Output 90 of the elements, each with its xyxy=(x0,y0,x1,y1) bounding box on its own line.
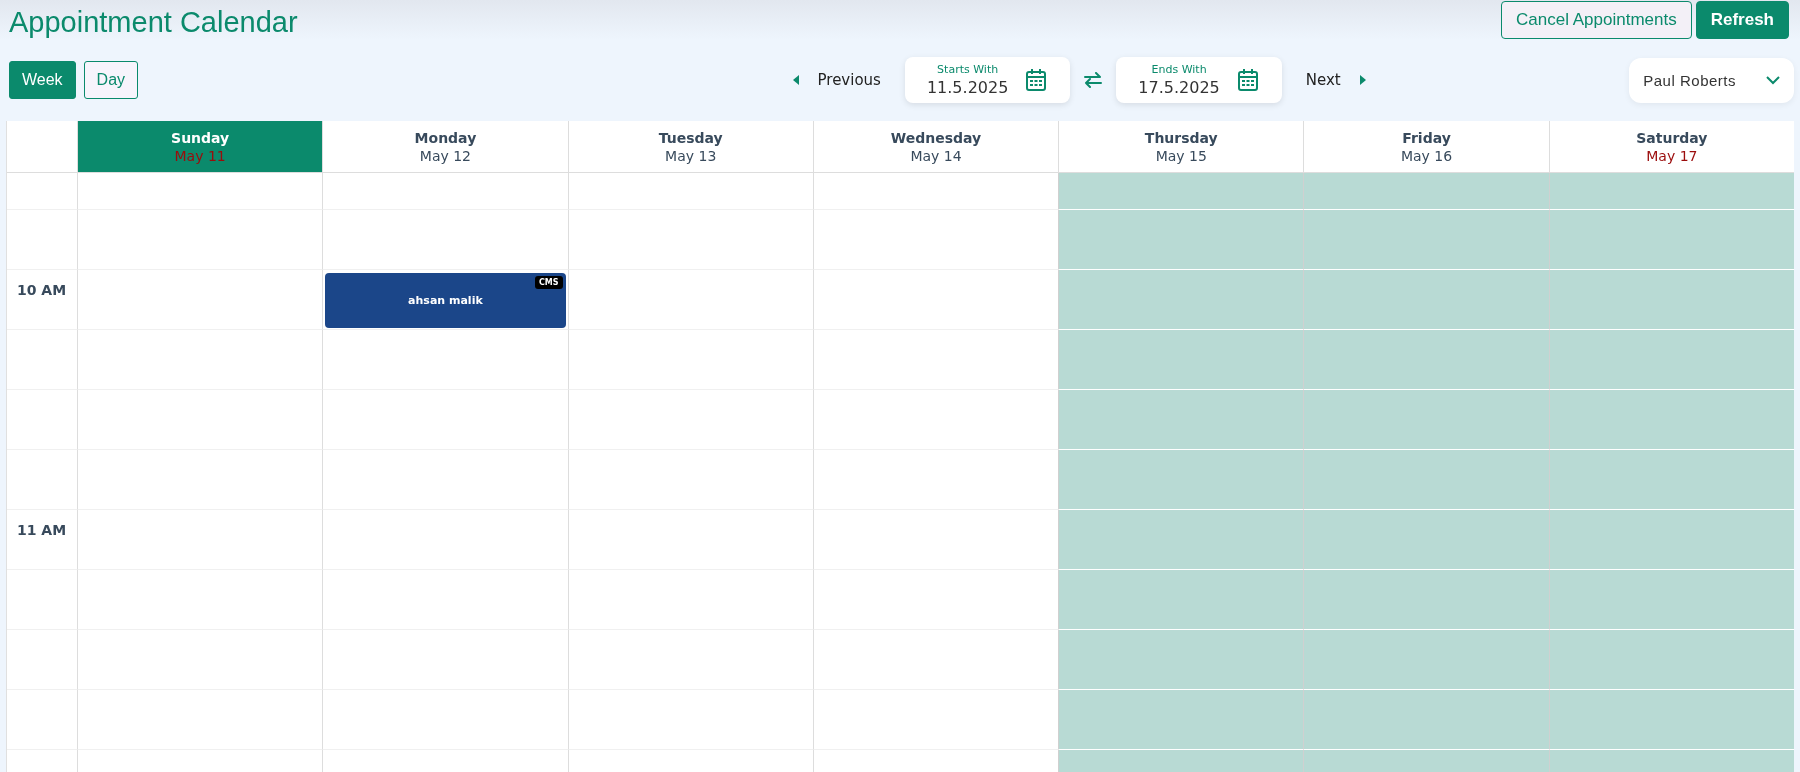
unavailable-slot[interactable] xyxy=(1548,390,1794,450)
unavailable-slot[interactable] xyxy=(1303,270,1549,330)
unavailable-slot[interactable] xyxy=(1303,173,1549,210)
unavailable-slot[interactable] xyxy=(1058,630,1304,690)
time-slot[interactable] xyxy=(567,450,813,510)
time-slot[interactable] xyxy=(77,173,323,210)
time-slot[interactable] xyxy=(567,270,813,330)
appointment-name: ahsan malik xyxy=(408,294,483,307)
day-header[interactable]: Thursday May 15 xyxy=(1058,121,1304,173)
calendar-icon xyxy=(1026,69,1047,91)
day-header[interactable]: Friday May 16 xyxy=(1303,121,1549,173)
source-badge: CMS xyxy=(534,276,563,289)
unavailable-slot[interactable] xyxy=(1548,210,1794,270)
date-label: Starts With xyxy=(937,63,999,76)
unavailable-slot[interactable] xyxy=(1303,690,1549,750)
unavailable-slot[interactable] xyxy=(1548,690,1794,750)
time-slot[interactable] xyxy=(322,173,568,210)
unavailable-slot[interactable] xyxy=(1548,570,1794,630)
unavailable-slot[interactable] xyxy=(1058,390,1304,450)
swap-arrows-icon xyxy=(1084,72,1103,88)
time-slot[interactable] xyxy=(567,570,813,630)
time-slot[interactable] xyxy=(77,210,323,270)
unavailable-slot[interactable] xyxy=(1058,210,1304,270)
unavailable-slot[interactable] xyxy=(1303,630,1549,690)
view-toggle-button[interactable]: Week xyxy=(9,61,76,99)
unavailable-slot[interactable] xyxy=(1058,173,1304,210)
time-slot[interactable] xyxy=(77,630,323,690)
time-slot[interactable] xyxy=(322,630,568,690)
time-slot[interactable] xyxy=(322,390,568,450)
unavailable-slot[interactable] xyxy=(1303,330,1549,390)
page-title: Appointment Calendar xyxy=(9,6,298,39)
caret-right-icon xyxy=(1358,75,1366,85)
time-slot[interactable] xyxy=(567,510,813,570)
unavailable-slot[interactable] xyxy=(1303,510,1549,570)
cancel-appointments-button[interactable]: Cancel Appointments xyxy=(1501,1,1692,39)
time-label: 10 AM xyxy=(17,282,67,298)
time-slot[interactable] xyxy=(77,270,323,330)
day-header[interactable]: Saturday May 17 xyxy=(1548,121,1794,173)
chevron-down-icon xyxy=(1766,75,1780,85)
time-slot[interactable] xyxy=(567,390,813,450)
time-label: 11 AM xyxy=(17,522,67,538)
time-slot[interactable] xyxy=(322,570,568,630)
unavailable-slot[interactable] xyxy=(1548,330,1794,390)
date-label: Ends With xyxy=(1151,63,1207,76)
date-value: 17.5.2025 xyxy=(1138,78,1220,97)
unavailable-slot[interactable] xyxy=(1303,210,1549,270)
refresh-button[interactable]: Refresh xyxy=(1695,1,1789,39)
start-date-field[interactable]: Starts With 11.5.2025 xyxy=(904,57,1071,103)
day-header[interactable]: Tuesday May 13 xyxy=(567,121,813,173)
time-slot[interactable] xyxy=(77,570,323,630)
time-slot[interactable] xyxy=(567,173,813,210)
next-button[interactable]: Next xyxy=(1295,71,1376,89)
unavailable-slot[interactable] xyxy=(1058,690,1304,750)
time-slot[interactable] xyxy=(322,690,568,750)
end-date-field[interactable]: Ends With 17.5.2025 xyxy=(1116,57,1282,103)
unavailable-slot[interactable] xyxy=(1058,330,1304,390)
unavailable-slot[interactable] xyxy=(1548,450,1794,510)
unavailable-slot[interactable] xyxy=(1058,510,1304,570)
date-value: 11.5.2025 xyxy=(926,78,1009,97)
unavailable-slot[interactable] xyxy=(1303,450,1549,510)
time-slot[interactable] xyxy=(567,330,813,390)
view-toggle-button[interactable]: Day xyxy=(83,61,139,99)
unavailable-slot[interactable] xyxy=(1548,173,1794,210)
unavailable-slot[interactable] xyxy=(1303,570,1549,630)
unavailable-slot[interactable] xyxy=(1058,450,1304,510)
caret-left-icon xyxy=(792,75,800,85)
day-header[interactable]: Monday May 12 xyxy=(322,121,568,173)
unavailable-slot[interactable] xyxy=(1058,270,1304,330)
time-slot[interactable] xyxy=(567,210,813,270)
calendar-icon xyxy=(1237,69,1258,91)
staff-dropdown[interactable]: Paul Roberts xyxy=(1629,57,1794,103)
unavailable-slot[interactable] xyxy=(1303,390,1549,450)
unavailable-slot[interactable] xyxy=(1548,270,1794,330)
time-slot[interactable] xyxy=(567,630,813,690)
day-header[interactable]: Wednesday May 14 xyxy=(812,121,1059,173)
time-slot[interactable] xyxy=(322,210,568,270)
time-slot[interactable] xyxy=(567,690,813,750)
time-slot[interactable] xyxy=(77,330,323,390)
time-slot[interactable] xyxy=(322,330,568,390)
time-slot[interactable] xyxy=(77,390,323,450)
unavailable-slot[interactable] xyxy=(1548,630,1794,690)
unavailable-slot[interactable] xyxy=(1058,570,1304,630)
unavailable-slot[interactable] xyxy=(1548,510,1794,570)
time-slot[interactable] xyxy=(77,690,323,750)
time-slot[interactable] xyxy=(322,450,568,510)
previous-button[interactable]: Previous xyxy=(782,71,891,89)
time-slot[interactable] xyxy=(77,510,323,570)
time-slot[interactable] xyxy=(77,450,323,510)
day-header[interactable]: Sunday May 11 xyxy=(77,121,323,173)
time-slot[interactable] xyxy=(322,510,568,570)
